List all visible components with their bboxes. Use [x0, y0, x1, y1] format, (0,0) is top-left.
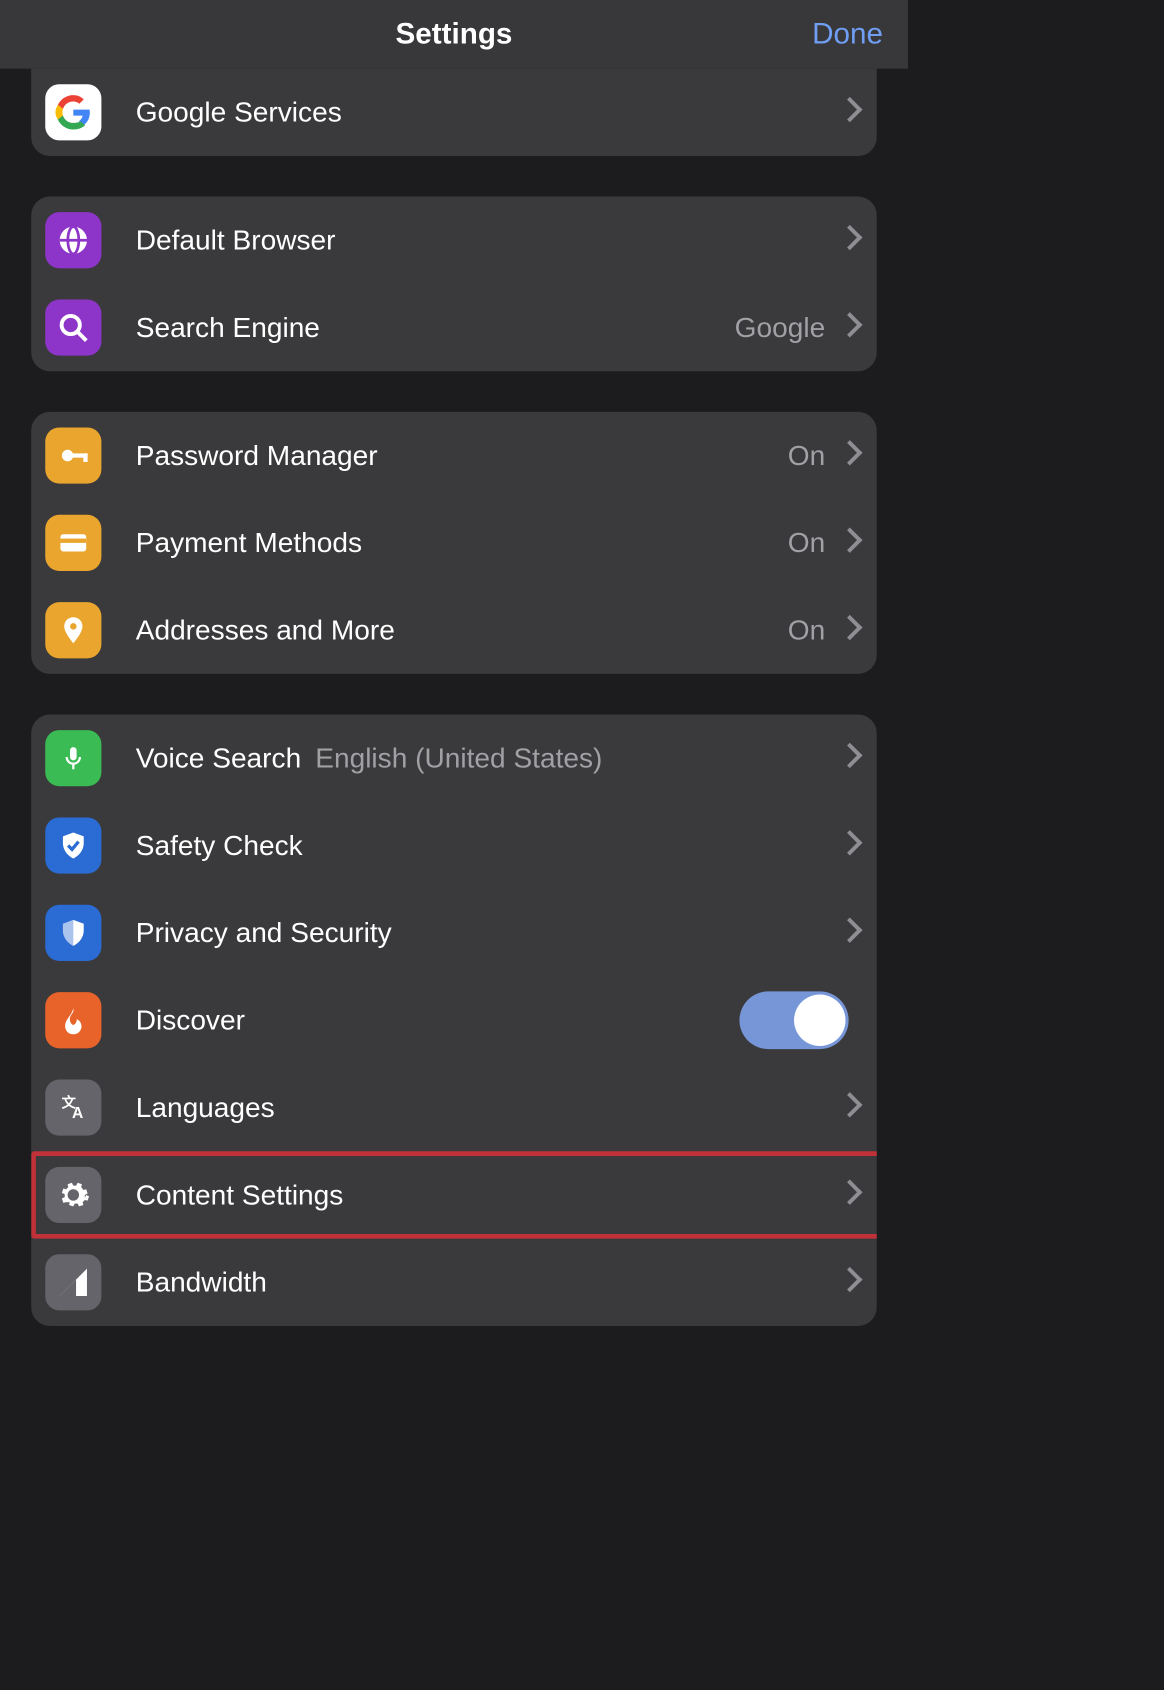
google-icon: [45, 84, 101, 140]
key-icon: [45, 427, 101, 483]
row-label: Default Browser: [136, 224, 336, 257]
translate-icon: 文A: [45, 1080, 101, 1136]
gear-icon: [45, 1167, 101, 1223]
group-advanced: Voice Search English (United States) Saf…: [31, 714, 877, 1326]
chevron-right-icon: [841, 316, 855, 339]
row-label: Payment Methods: [136, 527, 362, 560]
row-label: Google Services: [136, 96, 342, 129]
row-value: On: [788, 614, 825, 647]
row-label: Search Engine: [136, 311, 320, 344]
row-password-manager[interactable]: Password Manager On: [31, 412, 877, 499]
row-value: Google: [735, 311, 826, 344]
row-discover[interactable]: Discover: [31, 977, 877, 1064]
row-label: Voice Search: [136, 742, 301, 775]
signal-icon: [45, 1254, 101, 1310]
chevron-right-icon: [841, 619, 855, 642]
chevron-right-icon: [841, 1096, 855, 1119]
pin-icon: [45, 602, 101, 658]
row-label: Addresses and More: [136, 614, 395, 647]
microphone-icon: [45, 730, 101, 786]
search-icon: [45, 300, 101, 356]
shield-check-icon: [45, 817, 101, 873]
chevron-right-icon: [841, 531, 855, 554]
row-label: Discover: [136, 1004, 245, 1037]
settings-header: Settings Done: [0, 0, 908, 69]
row-google-services[interactable]: Google Services: [31, 69, 877, 156]
page-title: Settings: [395, 18, 512, 52]
group-browser: Default Browser Search Engine Google: [31, 197, 877, 372]
svg-text:A: A: [72, 1105, 83, 1122]
row-label: Privacy and Security: [136, 916, 392, 949]
discover-toggle[interactable]: [739, 991, 848, 1049]
row-languages[interactable]: 文A Languages: [31, 1064, 877, 1151]
row-voice-search[interactable]: Voice Search English (United States): [31, 714, 877, 801]
group-account: Google Services: [31, 69, 877, 156]
row-privacy[interactable]: Privacy and Security: [31, 889, 877, 976]
chevron-right-icon: [841, 746, 855, 769]
row-addresses[interactable]: Addresses and More On: [31, 587, 877, 674]
done-button[interactable]: Done: [812, 18, 883, 52]
chevron-right-icon: [841, 444, 855, 467]
group-autofill: Password Manager On Payment Methods On A…: [31, 412, 877, 674]
globe-icon: [45, 212, 101, 268]
row-search-engine[interactable]: Search Engine Google: [31, 284, 877, 371]
row-label: Safety Check: [136, 829, 303, 862]
shield-half-icon: [45, 905, 101, 961]
card-icon: [45, 515, 101, 571]
row-value: English (United States): [315, 742, 602, 775]
row-default-browser[interactable]: Default Browser: [31, 197, 877, 284]
row-label: Bandwidth: [136, 1266, 267, 1299]
chevron-right-icon: [841, 834, 855, 857]
row-content-settings[interactable]: Content Settings: [31, 1151, 877, 1238]
row-safety-check[interactable]: Safety Check: [31, 802, 877, 889]
row-payment-methods[interactable]: Payment Methods On: [31, 499, 877, 586]
row-label: Password Manager: [136, 439, 378, 472]
chevron-right-icon: [841, 1271, 855, 1294]
row-label: Languages: [136, 1091, 275, 1124]
chevron-right-icon: [841, 1183, 855, 1206]
row-value: On: [788, 439, 825, 472]
chevron-right-icon: [841, 921, 855, 944]
flame-icon: [45, 992, 101, 1048]
row-label: Content Settings: [136, 1179, 344, 1212]
chevron-right-icon: [841, 101, 855, 124]
row-bandwidth[interactable]: Bandwidth: [31, 1239, 877, 1326]
row-value: On: [788, 527, 825, 560]
chevron-right-icon: [841, 229, 855, 252]
